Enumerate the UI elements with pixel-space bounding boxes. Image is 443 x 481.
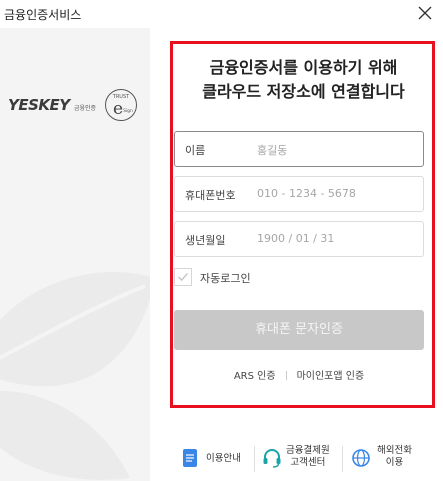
birthdate-input[interactable]: 1900 / 01 / 31 — [257, 232, 334, 245]
birthdate-field[interactable]: 생년월일 1900 / 01 / 31 — [174, 221, 424, 257]
seal-bottom-text: Sign — [123, 108, 133, 114]
heading-line-1: 금융인증서를 이용하기 위해 — [209, 58, 398, 77]
footer-divider — [254, 446, 255, 472]
auto-login-label: 자동로그인 — [200, 272, 251, 285]
alt-auth-links: ARS 인증 마이인포앱 인증 — [174, 367, 424, 382]
myinfo-app-auth-link[interactable]: 마이인포앱 인증 — [297, 371, 365, 382]
yeskey-subtext: 금융인증 — [74, 105, 97, 112]
leaf-watermark-icon — [0, 272, 150, 480]
name-label: 이름 — [185, 144, 206, 157]
phone-label: 휴대폰번호 — [185, 189, 236, 202]
footer-bar: 이용안내 금융결제원 고객센터 해외전화 이용 — [178, 442, 443, 476]
link-divider — [285, 371, 287, 380]
close-icon[interactable] — [415, 3, 435, 23]
check-icon — [178, 273, 188, 282]
phone-field[interactable]: 휴대폰번호 010 - 1234 - 5678 — [174, 176, 424, 212]
overseas-call-line-2: 이용 — [385, 457, 404, 468]
left-brand-panel: YESKEY 금융인증 TRUST e Sign — [0, 28, 150, 481]
name-input[interactable]: 홍길동 — [257, 142, 287, 158]
overseas-call-line-1: 해외전화 — [377, 445, 412, 456]
customer-center-line-2: 고객센터 — [290, 457, 326, 468]
yeskey-logo: YESKEY 금융인증 TRUST e Sign — [6, 89, 148, 122]
customer-center-button[interactable]: 금융결제원 고객센터 — [262, 442, 350, 476]
headset-icon — [263, 449, 281, 468]
page-heading: 금융인증서를 이용하기 위해 클라우드 저장소에 연결합니다 — [176, 56, 431, 104]
trust-esign-seal-icon: TRUST e Sign — [105, 89, 137, 121]
usage-guide-button[interactable]: 이용안내 — [178, 442, 254, 476]
overseas-call-button[interactable]: 해외전화 이용 — [351, 442, 441, 476]
birthdate-label: 생년월일 — [185, 234, 226, 247]
yeskey-wordmark: YESKEY — [8, 96, 70, 114]
overseas-call-label: 해외전화 이용 — [377, 445, 412, 469]
window-title: 금융인증서비스 — [4, 8, 82, 22]
document-icon — [183, 449, 197, 467]
phone-input[interactable]: 010 - 1234 - 5678 — [257, 187, 356, 200]
checkbox-box[interactable] — [174, 268, 192, 286]
heading-line-2: 클라우드 저장소에 연결합니다 — [202, 82, 405, 101]
customer-center-label: 금융결제원 고객센터 — [286, 445, 330, 469]
customer-center-line-1: 금융결제원 — [286, 445, 330, 456]
name-field[interactable]: 이름 홍길동 — [174, 131, 424, 167]
seal-letter: e — [113, 99, 123, 119]
ars-auth-link[interactable]: ARS 인증 — [234, 371, 276, 382]
footer-divider — [342, 446, 343, 472]
sms-auth-button[interactable]: 휴대폰 문자인증 — [174, 310, 424, 350]
globe-icon — [352, 449, 370, 467]
usage-guide-label: 이용안내 — [206, 453, 241, 464]
title-bar: 금융인증서비스 — [0, 0, 443, 28]
